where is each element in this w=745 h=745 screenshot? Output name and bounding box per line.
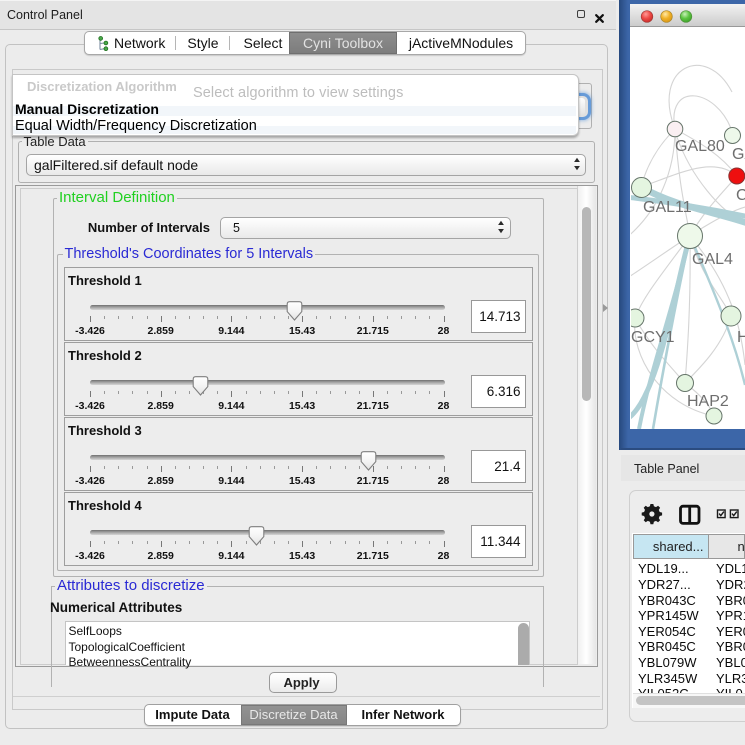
svg-text:GCY1: GCY1 (631, 329, 675, 346)
svg-text:GAL11: GAL11 (643, 199, 692, 216)
svg-text:C: C (736, 187, 745, 204)
svg-text:GAL4: GAL4 (692, 251, 733, 268)
svg-text:GA: GA (732, 146, 745, 163)
svg-text:GAL80: GAL80 (675, 138, 725, 155)
svg-text:HAP2: HAP2 (687, 393, 729, 410)
svg-text:H: H (737, 329, 745, 346)
